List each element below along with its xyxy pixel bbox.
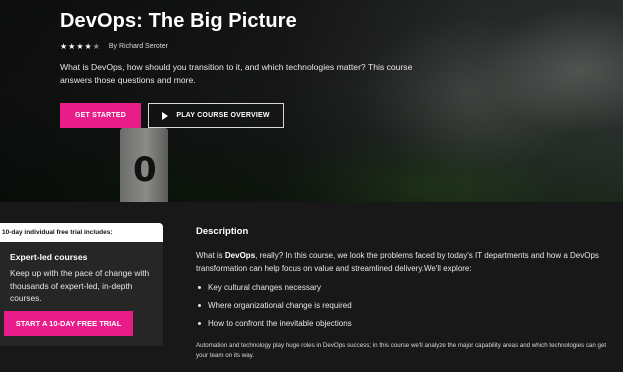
description-intro-bold: DevOps: [224, 251, 256, 260]
description-intro-prefix: What is: [196, 251, 225, 260]
course-summary: What is DevOps, how should you transitio…: [60, 62, 413, 85]
trial-card-header: 10-day individual free trial includes:: [0, 223, 163, 242]
course-hero: 0 DevOps: The Big Picture ★★★★★ By Richa…: [0, 0, 623, 202]
description-bullet-list: Key cultural changes necessary Where org…: [196, 282, 352, 336]
trial-card-title: Expert-led courses: [10, 252, 88, 262]
play-course-overview-button[interactable]: Play course overview: [148, 103, 284, 128]
list-item: How to confront the inevitable objection…: [196, 318, 352, 336]
course-title: DevOps: The Big Picture: [60, 10, 297, 32]
trial-card: Expert-led courses Keep up with the pace…: [0, 242, 163, 346]
get-started-button[interactable]: Get started: [60, 103, 141, 128]
description-intro-rest: , really? In this course, we look the pr…: [196, 251, 599, 273]
star-rating-icon: ★★★★★: [60, 42, 101, 51]
description-intro: What is DevOps, really? In this course, …: [196, 250, 616, 275]
start-free-trial-button[interactable]: Start a 10-day free trial: [4, 311, 133, 336]
list-item: Where organizational change is required: [196, 300, 352, 318]
list-item: Key cultural changes necessary: [196, 282, 352, 300]
play-course-overview-label: Play course overview: [176, 112, 270, 119]
description-footer: Automation and technology play huge role…: [196, 342, 607, 359]
hero-image-post-digit: 0: [133, 150, 157, 190]
course-author: By Richard Seroter: [108, 43, 168, 50]
rating-row: ★★★★★ By Richard Seroter: [60, 42, 168, 51]
trial-card-text: Keep up with the pace of change with tho…: [10, 268, 150, 303]
play-icon: [162, 111, 169, 120]
description-heading: Description: [196, 226, 249, 237]
